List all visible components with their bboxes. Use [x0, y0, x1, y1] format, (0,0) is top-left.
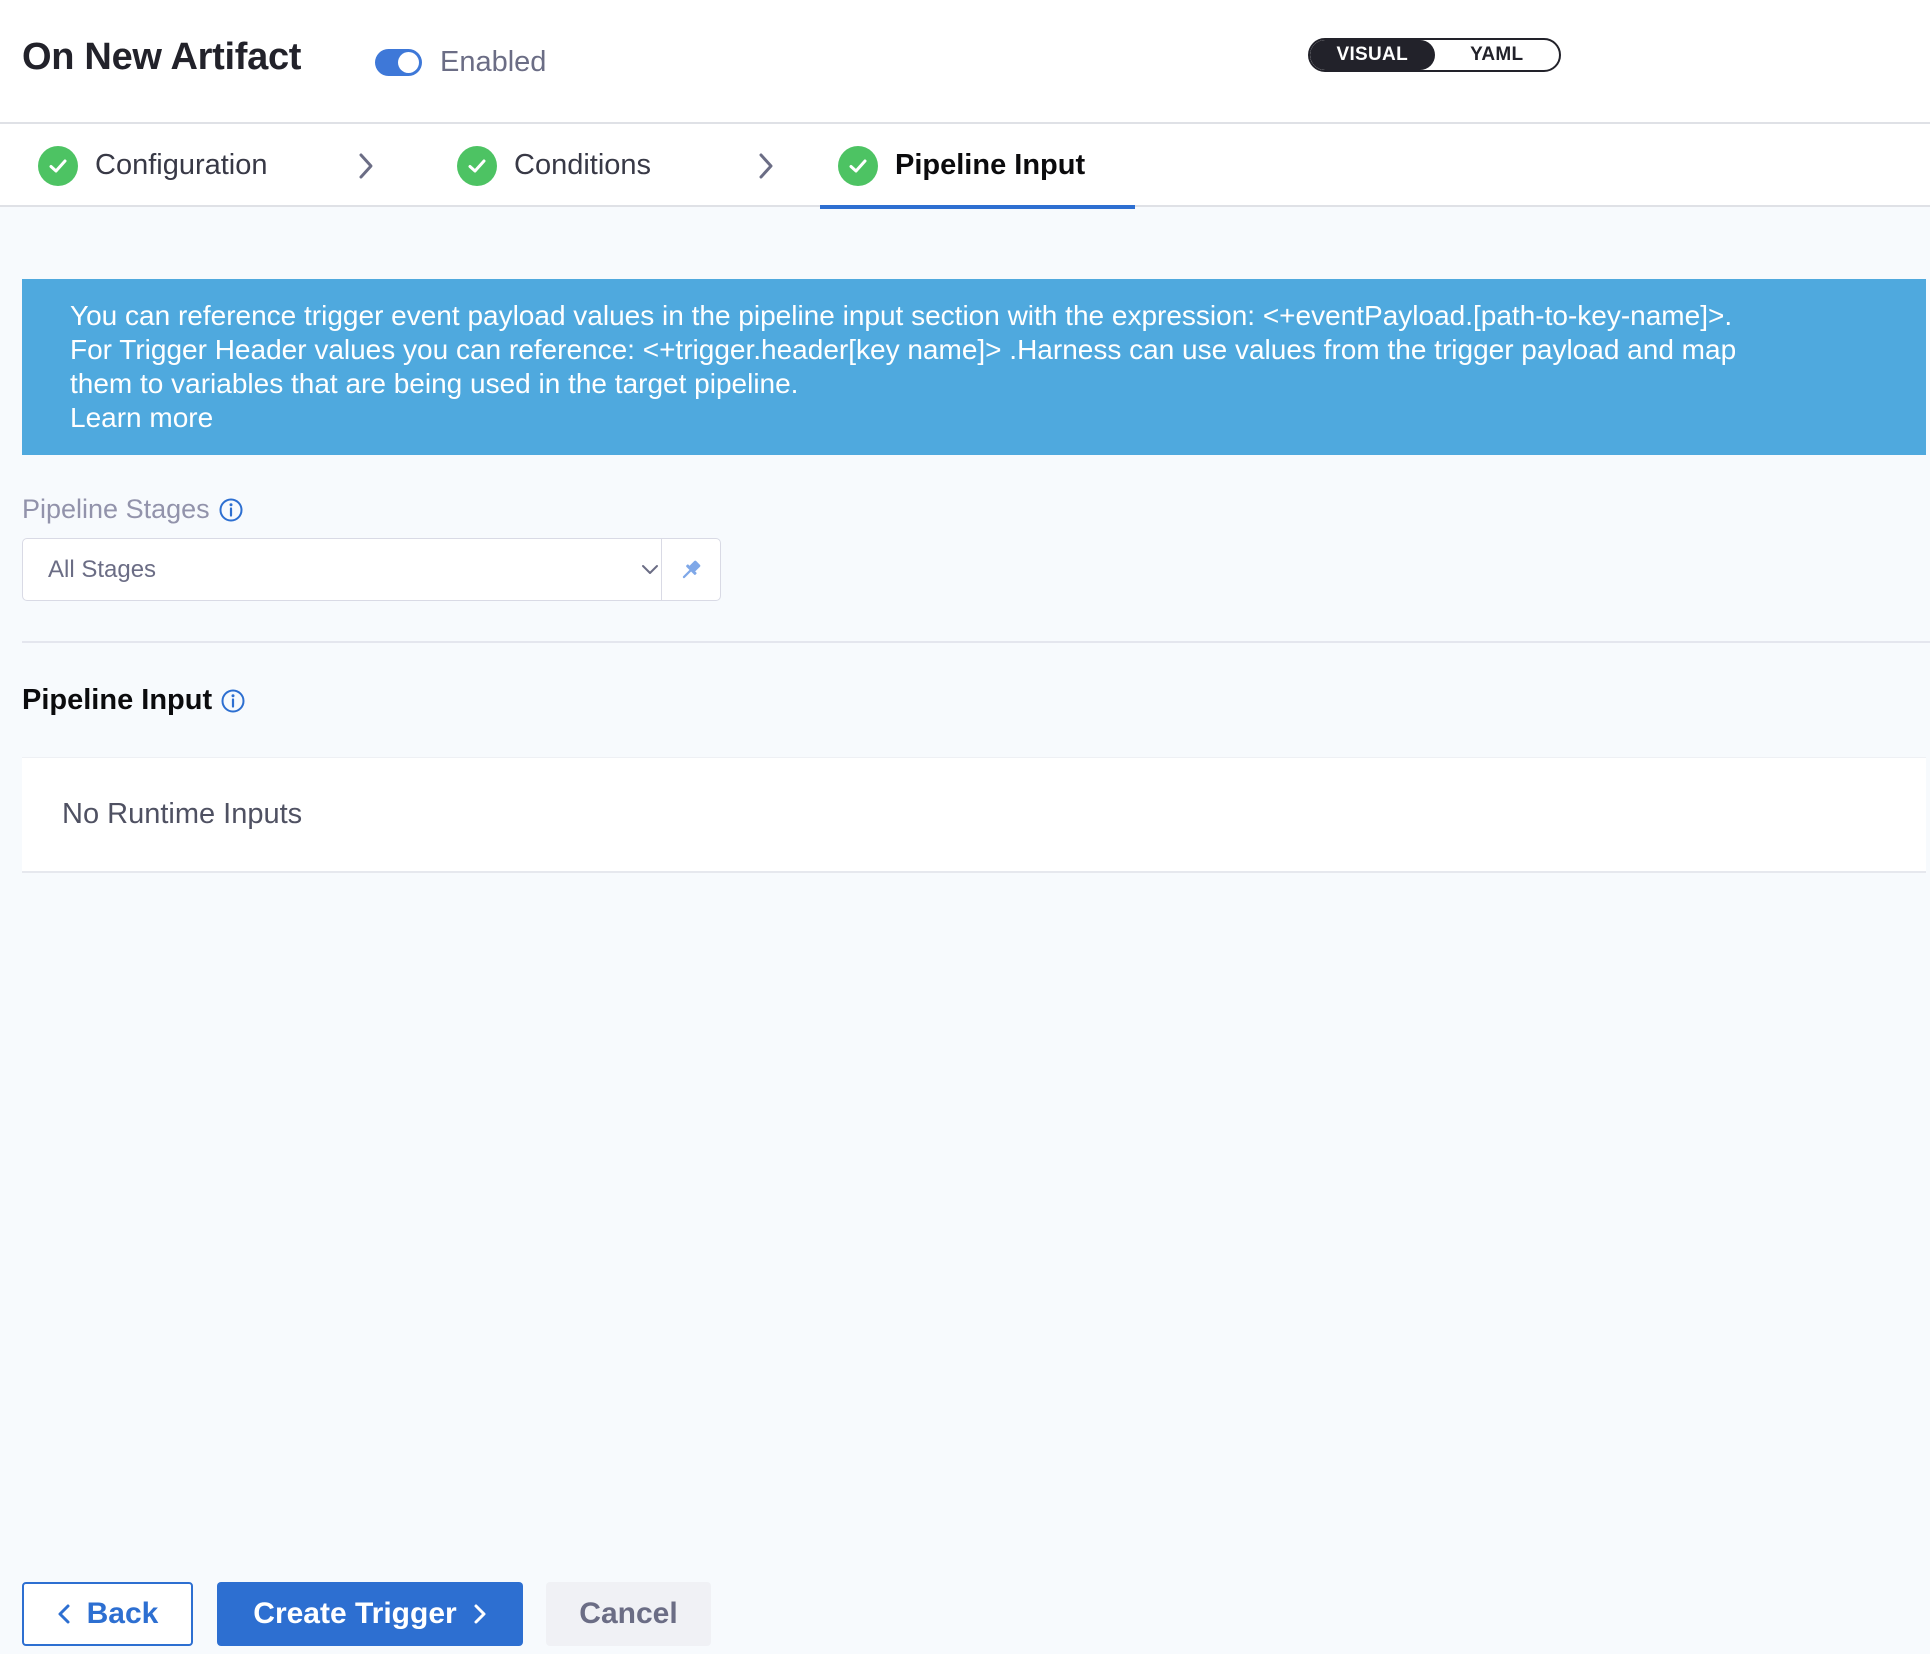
empty-state-text: No Runtime Inputs: [62, 798, 303, 830]
pipeline-stages-text: Pipeline Stages: [22, 494, 210, 524]
pipeline-stages-select[interactable]: All Stages: [22, 538, 721, 601]
info-icon[interactable]: [220, 688, 246, 714]
page-title: On New Artifact: [22, 36, 302, 78]
tab-configuration[interactable]: Configuration: [38, 124, 268, 207]
learn-more-link[interactable]: Learn more: [70, 401, 1878, 435]
info-icon[interactable]: [218, 497, 244, 523]
tab-label: Pipeline Input: [895, 149, 1086, 181]
chevron-right-icon: [474, 1604, 486, 1624]
check-circle-icon: [38, 145, 78, 186]
yaml-view-button[interactable]: YAML: [1435, 40, 1560, 70]
chevron-right-icon: [746, 146, 786, 186]
banner-line: You can reference trigger event payload …: [70, 300, 1733, 331]
create-trigger-label: Create Trigger: [253, 1597, 457, 1630]
view-mode-switch: VISUAL YAML: [1308, 38, 1561, 72]
tab-label: Configuration: [95, 149, 268, 181]
pin-icon[interactable]: [661, 539, 720, 600]
info-banner: You can reference trigger event payload …: [22, 279, 1926, 455]
pipeline-input-title: Pipeline Input: [22, 684, 213, 716]
trigger-header: On New Artifact Enabled VISUAL YAML: [0, 0, 1930, 124]
section-divider: [22, 641, 1930, 643]
chevron-left-icon: [58, 1604, 70, 1624]
tab-label: Conditions: [514, 149, 652, 181]
chevron-down-icon: [637, 557, 663, 583]
banner-line: them to variables that are being used in…: [70, 368, 799, 399]
banner-line: For Trigger Header values you can refere…: [70, 334, 1737, 365]
toggle-knob: [398, 52, 419, 73]
back-button[interactable]: Back: [22, 1582, 193, 1646]
select-value: All Stages: [48, 556, 157, 583]
wizard-steps: Configuration Conditions Pipeline Input: [0, 124, 1930, 209]
enabled-label: Enabled: [440, 46, 547, 78]
check-circle-icon: [457, 145, 497, 186]
cancel-button[interactable]: Cancel: [546, 1582, 711, 1646]
tab-conditions[interactable]: Conditions: [457, 124, 651, 207]
visual-view-button[interactable]: VISUAL: [1310, 40, 1435, 70]
tab-pipeline-input[interactable]: Pipeline Input: [819, 124, 1136, 209]
runtime-inputs-card: No Runtime Inputs: [22, 757, 1926, 873]
check-circle-icon: [838, 145, 878, 186]
enabled-toggle[interactable]: [375, 49, 422, 76]
back-button-label: Back: [86, 1597, 159, 1630]
pipeline-input-heading: Pipeline Input: [22, 684, 246, 717]
chevron-right-icon: [346, 146, 386, 186]
pipeline-stages-label: Pipeline Stages: [22, 494, 244, 525]
create-trigger-button[interactable]: Create Trigger: [217, 1582, 523, 1646]
